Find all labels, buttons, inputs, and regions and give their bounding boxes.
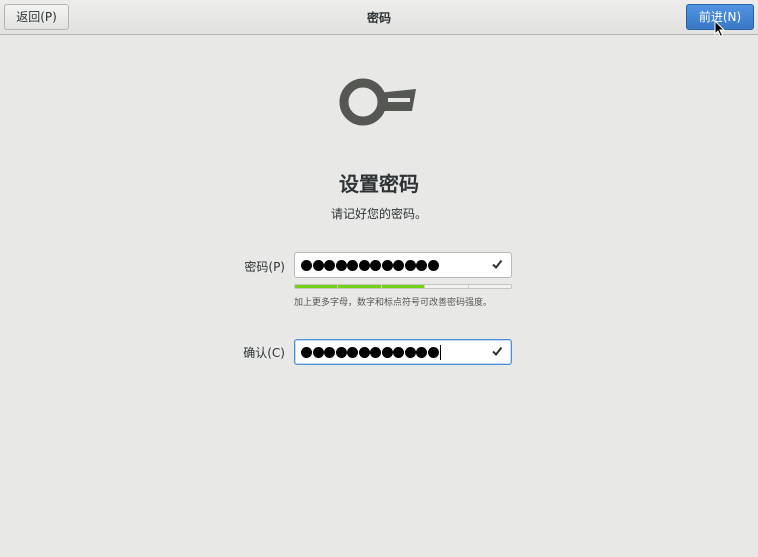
text-caret: [440, 344, 441, 360]
mask-dot: [370, 346, 381, 358]
password-label: 密码(P): [244, 260, 285, 274]
confirm-label: 确认(C): [243, 346, 285, 360]
mask-dot: [335, 259, 347, 271]
strength-segment: [381, 285, 425, 288]
mask-dot: [416, 346, 427, 358]
mask-dot: [358, 259, 370, 271]
mask-dot: [427, 259, 439, 271]
page-subtitle: 请记好您的密码。: [330, 207, 427, 221]
password-mask: [301, 258, 439, 272]
password-strength-meter: [294, 284, 512, 289]
check-icon: [492, 259, 503, 270]
mask-dot: [393, 346, 404, 358]
header-bar: 返回(P) 密码 前进(N): [0, 0, 758, 35]
page-heading: 设置密码: [339, 172, 419, 196]
mask-dot: [324, 259, 335, 271]
check-icon: [492, 346, 503, 357]
mask-dot: [335, 346, 347, 358]
mask-dot: [416, 259, 427, 271]
mask-dot: [427, 346, 439, 358]
mask-dot: [312, 346, 324, 358]
strength-segment: [425, 285, 468, 288]
strength-segment: [338, 285, 381, 288]
mask-dot: [381, 259, 393, 271]
mask-dot: [301, 259, 312, 271]
key-icon: [339, 78, 416, 126]
mask-dot: [312, 259, 324, 271]
mask-dot: [301, 346, 312, 358]
mask-dot: [324, 346, 335, 358]
mask-dot: [358, 346, 370, 358]
confirm-password-field[interactable]: [294, 339, 512, 365]
mask-dot: [347, 259, 358, 271]
strength-segment: [468, 285, 511, 288]
mask-dot: [393, 259, 404, 271]
mask-dot: [404, 259, 416, 271]
mask-dot: [370, 259, 381, 271]
password-field[interactable]: [294, 252, 512, 278]
mouse-cursor-icon: [714, 20, 726, 38]
password-strength-hint: 加上更多字母，数字和标点符号可改善密码强度。: [294, 298, 493, 308]
mask-dot: [347, 346, 358, 358]
confirm-password-mask: [301, 344, 441, 360]
mask-dot: [381, 346, 393, 358]
window-title: 密码: [366, 11, 391, 25]
strength-segment: [295, 285, 338, 288]
mask-dot: [404, 346, 416, 358]
